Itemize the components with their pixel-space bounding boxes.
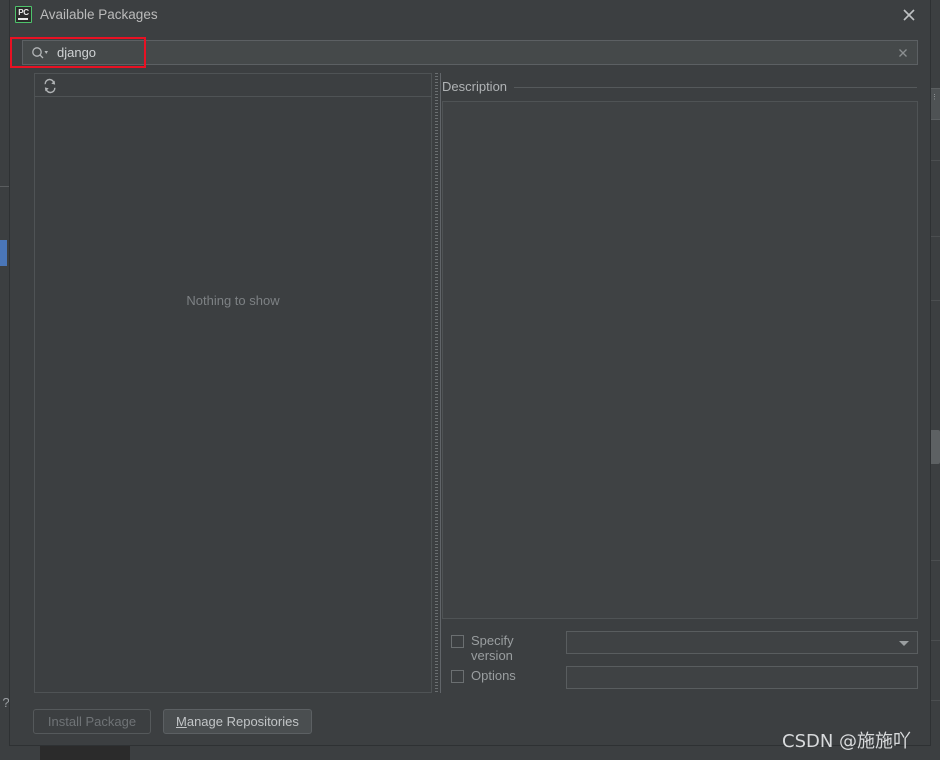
refresh-icon[interactable] — [42, 78, 58, 94]
available-packages-dialog: PC Available Packages django Nothing to … — [10, 0, 930, 745]
dialog-title: Available Packages — [40, 7, 158, 22]
search-input-value: django — [57, 45, 97, 60]
description-panel: Description Specify version Options — [442, 73, 918, 693]
screen: ? ⋮ PC Available Packages django Nothing… — [0, 0, 940, 760]
packages-toolbar — [35, 74, 431, 97]
panel-splitter[interactable] — [433, 73, 442, 693]
chevron-down-icon — [899, 641, 909, 646]
specify-version-label: Specify version — [471, 633, 514, 663]
empty-list-message: Nothing to show — [186, 293, 280, 308]
description-rule — [514, 87, 917, 88]
search-input[interactable]: django — [22, 40, 918, 65]
pycharm-icon-bar — [18, 18, 28, 20]
splitter-grip — [435, 73, 438, 693]
available-packages-list-panel: Nothing to show — [34, 73, 432, 693]
ide-gutter-tick — [0, 186, 10, 187]
options-input[interactable] — [566, 666, 918, 689]
options-checkbox[interactable] — [451, 670, 464, 683]
dialog-titlebar: PC Available Packages — [10, 0, 930, 30]
csdn-watermark: CSDN @施施吖 — [782, 731, 912, 752]
pycharm-icon-text: PC — [18, 8, 29, 17]
description-separator: Description — [442, 79, 918, 95]
manage-repositories-label: anage Repositories — [186, 714, 299, 729]
pycharm-icon: PC — [15, 6, 32, 23]
ide-bottom-tab[interactable] — [40, 745, 130, 760]
dialog-content: Nothing to show Description Specify vers… — [22, 73, 918, 698]
splitter-edge — [440, 73, 441, 693]
description-title: Description — [442, 79, 508, 94]
manage-repositories-mnemonic: M — [176, 714, 187, 729]
version-combobox[interactable] — [566, 631, 918, 654]
ide-left-accent-marker — [0, 240, 7, 266]
description-body — [442, 101, 918, 619]
grip-dots-icon: ⋮ — [931, 94, 938, 101]
manage-repositories-button[interactable]: Manage Repositories — [163, 709, 312, 734]
search-icon[interactable] — [31, 46, 49, 60]
search-row: django — [22, 40, 918, 65]
options-label: Options — [471, 668, 516, 683]
close-icon[interactable] — [900, 6, 918, 24]
install-package-button[interactable]: Install Package — [33, 709, 151, 734]
packages-list[interactable]: Nothing to show — [35, 97, 431, 692]
clear-icon[interactable] — [896, 46, 910, 60]
specify-version-checkbox[interactable] — [451, 635, 464, 648]
